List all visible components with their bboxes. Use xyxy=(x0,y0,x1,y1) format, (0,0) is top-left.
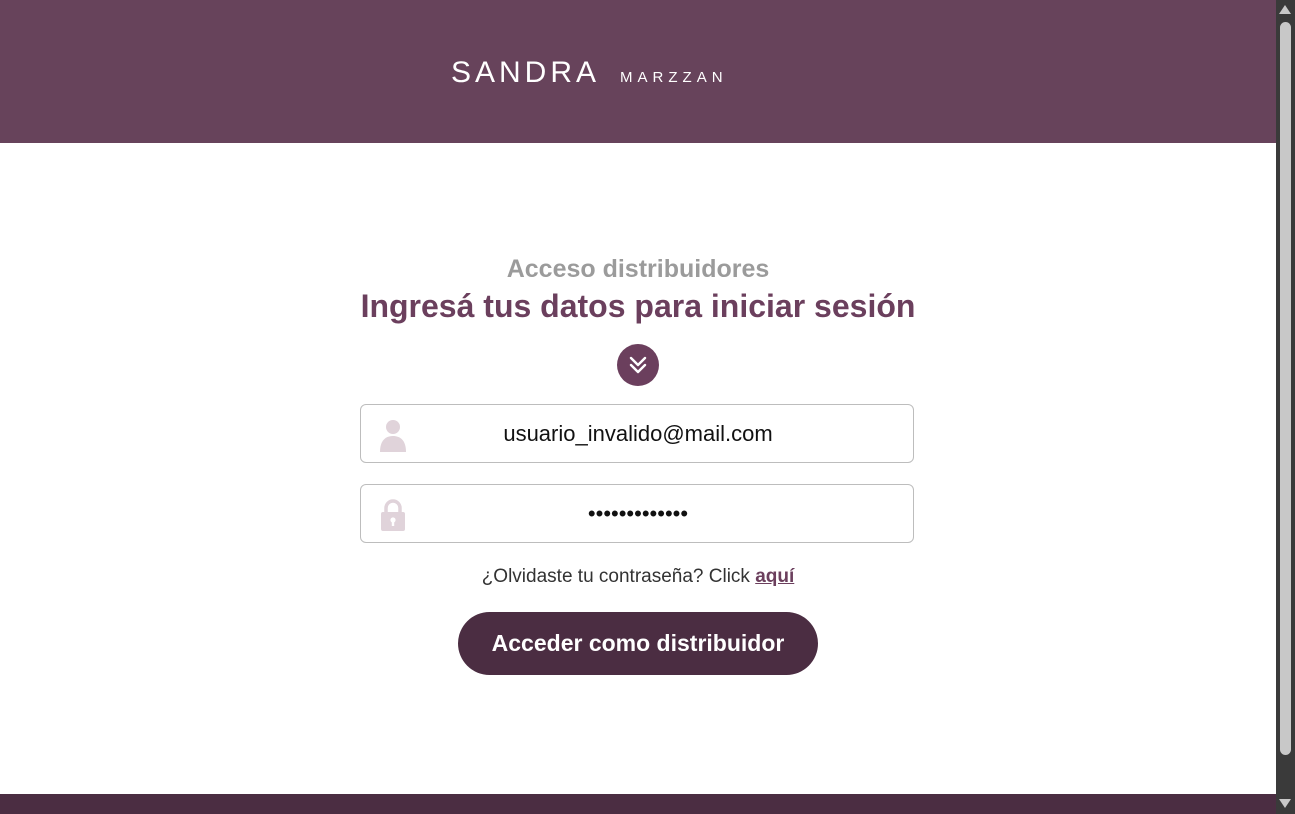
login-subtitle: Acceso distribuidores xyxy=(506,255,770,283)
logo-sub-text: MARZZAN xyxy=(620,69,728,86)
logo-main-text: SANDRA xyxy=(451,56,601,89)
forgot-password-line: ¿Olvidaste tu contraseña? Click aquí xyxy=(0,566,1276,588)
email-field[interactable] xyxy=(360,404,914,463)
password-input[interactable] xyxy=(421,485,855,542)
forgot-password-link[interactable]: aquí xyxy=(755,566,794,587)
vertical-scrollbar[interactable] xyxy=(1276,0,1295,814)
email-input[interactable] xyxy=(421,405,855,462)
user-icon xyxy=(379,418,407,452)
footer-bar xyxy=(0,794,1276,814)
scroll-down-icon[interactable] xyxy=(1279,799,1291,808)
scrollbar-thumb[interactable] xyxy=(1280,22,1291,755)
forgot-password-text: ¿Olvidaste tu contraseña? Click xyxy=(481,566,750,587)
site-header: SANDRA MARZZAN xyxy=(0,0,1276,143)
login-submit-button[interactable]: Acceder como distribuidor xyxy=(458,612,818,675)
lock-icon xyxy=(379,498,407,532)
login-title: Ingresá tus datos para iniciar sesión xyxy=(360,288,916,324)
page-viewport: SANDRA MARZZAN Acceso distribuidores Ing… xyxy=(0,0,1276,814)
scroll-up-icon[interactable] xyxy=(1279,5,1291,14)
password-field[interactable] xyxy=(360,484,914,543)
double-chevron-down-icon xyxy=(617,344,659,386)
brand-logo[interactable]: SANDRA MARZZAN xyxy=(451,56,728,90)
